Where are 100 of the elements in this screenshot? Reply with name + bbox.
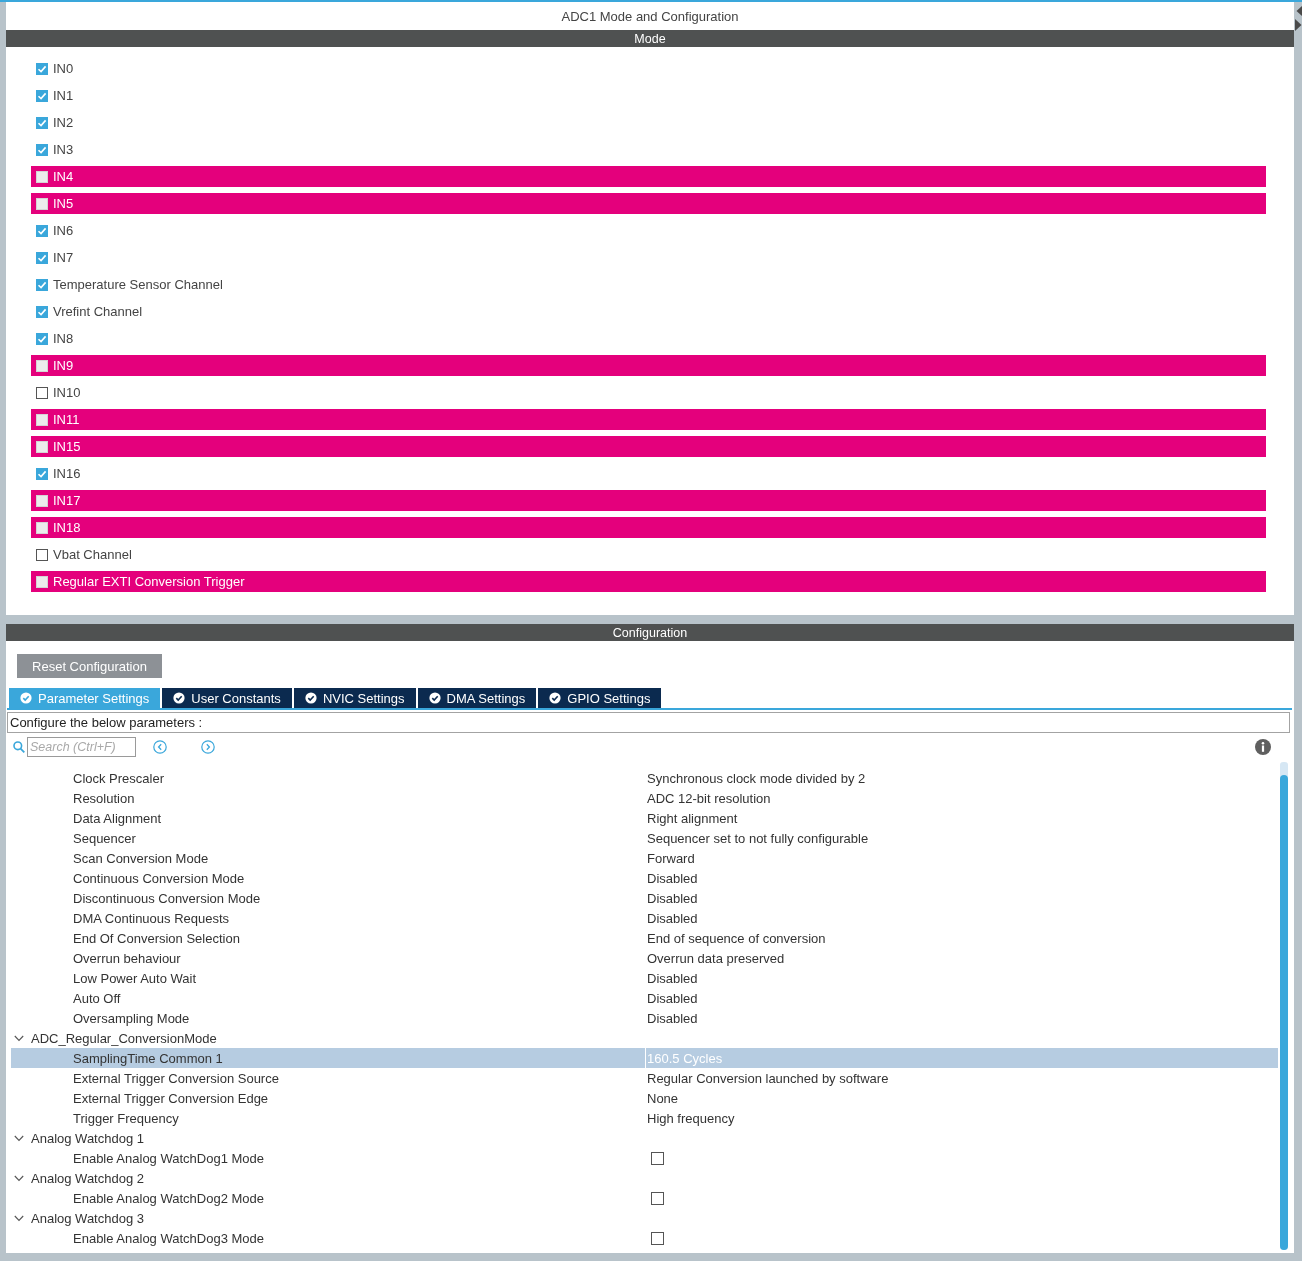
parameter-value: Forward — [647, 850, 695, 866]
group-label[interactable]: Analog Watchdog 1 — [31, 1130, 144, 1146]
checkbox[interactable] — [36, 467, 48, 480]
channel-label: IN1 — [53, 88, 74, 103]
parameter-value: Disabled — [647, 890, 698, 906]
parameter-name: External Trigger Conversion Edge — [73, 1090, 269, 1106]
instruction-label: Configure the below parameters : — [7, 712, 1290, 733]
parameter-name: Continuous Conversion Mode — [73, 870, 245, 886]
check-circle-icon — [173, 692, 186, 704]
tab[interactable]: NVIC Settings — [293, 688, 416, 708]
parameter-value: None — [647, 1090, 679, 1106]
parameter-value: Disabled — [647, 910, 698, 926]
parameter-value: Regular Conversion launched by software — [647, 1070, 889, 1086]
parameter-value: Disabled — [647, 1010, 698, 1026]
chevron-down-icon[interactable] — [14, 1214, 24, 1222]
parameter-value: Disabled — [647, 970, 698, 986]
channel-label: IN10 — [53, 385, 81, 400]
channel-label: IN3 — [53, 142, 74, 157]
channel-label: IN8 — [53, 331, 74, 346]
parameter-name: End Of Conversion Selection — [73, 930, 240, 946]
parameter-value: High frequency — [647, 1110, 735, 1126]
info-icon[interactable] — [1255, 739, 1271, 755]
checkbox[interactable] — [36, 386, 48, 399]
parameter-name: Sequencer — [73, 830, 136, 846]
checkbox[interactable] — [651, 1151, 664, 1165]
checkbox[interactable] — [651, 1191, 664, 1205]
parameter-name: Low Power Auto Wait — [73, 970, 197, 986]
parameter-value: Disabled — [647, 870, 698, 886]
tab[interactable]: GPIO Settings — [538, 688, 662, 708]
previous-icon[interactable] — [153, 740, 167, 754]
check-circle-icon — [304, 692, 317, 704]
channel-label: IN5 — [53, 196, 74, 211]
checkbox[interactable] — [36, 89, 48, 102]
search-icon — [13, 741, 25, 753]
check-circle-icon — [549, 692, 562, 704]
checkbox[interactable] — [36, 224, 48, 237]
parameter-name: Auto Off — [73, 990, 121, 1006]
search-field[interactable]: Search (Ctrl+F) — [27, 737, 136, 757]
group-label[interactable]: ADC_Regular_ConversionMode — [31, 1030, 217, 1046]
checkbox[interactable] — [36, 116, 48, 129]
parameter-name: Resolution — [73, 790, 135, 806]
checkbox[interactable] — [36, 332, 48, 345]
parameter-value: End of sequence of conversion — [647, 930, 826, 946]
window-title: ADC1 Mode and Configuration — [561, 8, 739, 24]
parameter-name: Trigger Frequency — [73, 1110, 179, 1126]
channel-label: IN2 — [53, 115, 74, 130]
selected-row[interactable]: SamplingTime Common 1 160.5 Cycles — [11, 1048, 1278, 1068]
channel-label: IN18 — [53, 520, 81, 535]
channel-label: Regular EXTI Conversion Trigger — [53, 574, 245, 589]
checkbox[interactable] — [36, 278, 48, 291]
tab[interactable]: User Constants — [162, 688, 292, 708]
checkbox[interactable] — [36, 62, 48, 75]
parameter-value: Overrun data preserved — [647, 950, 785, 966]
parameter-name: DMA Continuous Requests — [73, 910, 230, 926]
channel-label: Vbat Channel — [53, 547, 132, 562]
channel-label: Vrefint Channel — [53, 304, 143, 319]
checkbox[interactable] — [36, 548, 48, 561]
parameter-name: Overrun behaviour — [73, 950, 181, 966]
checkbox[interactable] — [651, 1231, 664, 1245]
parameter-name: SamplingTime Common 1 — [73, 1050, 223, 1066]
checkbox[interactable] — [36, 143, 48, 156]
channel-label: IN15 — [53, 439, 81, 454]
parameter-name: Clock Prescaler — [73, 770, 165, 786]
channel-label: Temperature Sensor Channel — [53, 277, 223, 292]
section-header: Configuration — [6, 624, 1294, 641]
channel-label: IN6 — [53, 223, 74, 238]
parameter-value: Right alignment — [647, 810, 738, 826]
section-header: Mode — [6, 30, 1294, 47]
parameter-name: Enable Analog WatchDog1 Mode — [73, 1150, 265, 1166]
group-label[interactable]: Analog Watchdog 3 — [31, 1210, 144, 1226]
channel-label: IN7 — [53, 250, 74, 265]
parameter-name: Enable Analog WatchDog2 Mode — [73, 1190, 265, 1206]
parameter-value: 160.5 Cycles — [647, 1050, 723, 1066]
parameter-name: Scan Conversion Mode — [73, 850, 209, 866]
channel-label: IN4 — [53, 169, 74, 184]
check-circle-icon — [428, 692, 441, 704]
channel-label: IN9 — [53, 358, 74, 373]
parameter-name: External Trigger Conversion Source — [73, 1070, 279, 1086]
channel-label: IN16 — [53, 466, 81, 481]
checkbox[interactable] — [36, 305, 48, 318]
channel-label: IN17 — [53, 493, 81, 508]
channel-label: IN0 — [53, 61, 74, 76]
check-circle-icon — [20, 692, 32, 704]
next-icon[interactable] — [201, 740, 215, 754]
group-label[interactable]: Analog Watchdog 2 — [31, 1170, 144, 1186]
parameter-value: Sequencer set to not fully configurable — [647, 830, 869, 846]
parameter-value: Disabled — [647, 990, 698, 1006]
parameter-name: Enable Analog WatchDog3 Mode — [73, 1230, 265, 1246]
collapse-arrows-icon[interactable] — [1295, 4, 1302, 32]
parameter-value: Synchronous clock mode divided by 2 — [647, 770, 866, 786]
chevron-down-icon[interactable] — [14, 1174, 24, 1182]
chevron-down-icon[interactable] — [14, 1134, 24, 1142]
chevron-down-icon[interactable] — [14, 1034, 24, 1042]
tab[interactable]: DMA Settings — [417, 688, 537, 708]
parameter-name: Discontinuous Conversion Mode — [73, 890, 261, 906]
channel-label: IN11 — [53, 412, 80, 427]
parameter-name: Oversampling Mode — [73, 1010, 190, 1026]
parameter-name: Data Alignment — [73, 810, 162, 826]
checkbox[interactable] — [36, 251, 48, 264]
parameter-value: ADC 12-bit resolution — [647, 790, 771, 806]
